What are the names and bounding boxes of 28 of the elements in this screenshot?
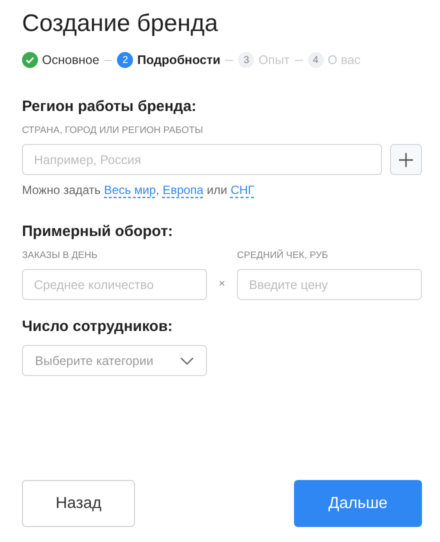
region-link[interactable]: СНГ [230,183,254,197]
region-link[interactable]: Европа [162,183,204,197]
section-heading: Регион работы бренда: [22,98,198,115]
section-heading: Примерный оборот: [22,223,174,240]
plus-icon [398,152,414,168]
step-label: О вас [328,53,361,67]
step-label: Подробности [137,53,220,67]
category-dropdown[interactable]: Выберите категории [22,345,207,376]
page-title: Создание бренда [22,10,219,38]
chevron-down-icon [180,356,194,364]
add-button[interactable] [390,144,422,175]
multiply-sign: × [218,277,226,292]
step-number: 2 [117,52,134,68]
next-button[interactable]: Дальше [294,480,422,527]
field-label: ЗАКАЗЫ В ДЕНЬ [22,250,98,261]
region-field[interactable]: Например, Россия [22,144,382,175]
step-number: 4 [308,52,324,68]
orders-field[interactable]: Среднее количество [22,269,207,300]
step-label: Основное [42,53,100,67]
field-label: СТРАНА, ГОРОД ИЛИ РЕГИОН РАБОТЫ [22,125,204,136]
hint-text: Можно задать Весь мир, Европа или СНГ [22,183,256,197]
step-label: Опыт [258,53,290,67]
back-button[interactable]: Назад [22,480,135,527]
region-link[interactable]: Весь мир [104,183,156,197]
price-field[interactable]: Введите цену [237,269,422,300]
section-heading: Число сотрудников: [22,318,174,335]
step-number: 3 [238,52,254,68]
field-label: СРЕДНИЙ ЧЕК, РУБ [237,250,330,261]
